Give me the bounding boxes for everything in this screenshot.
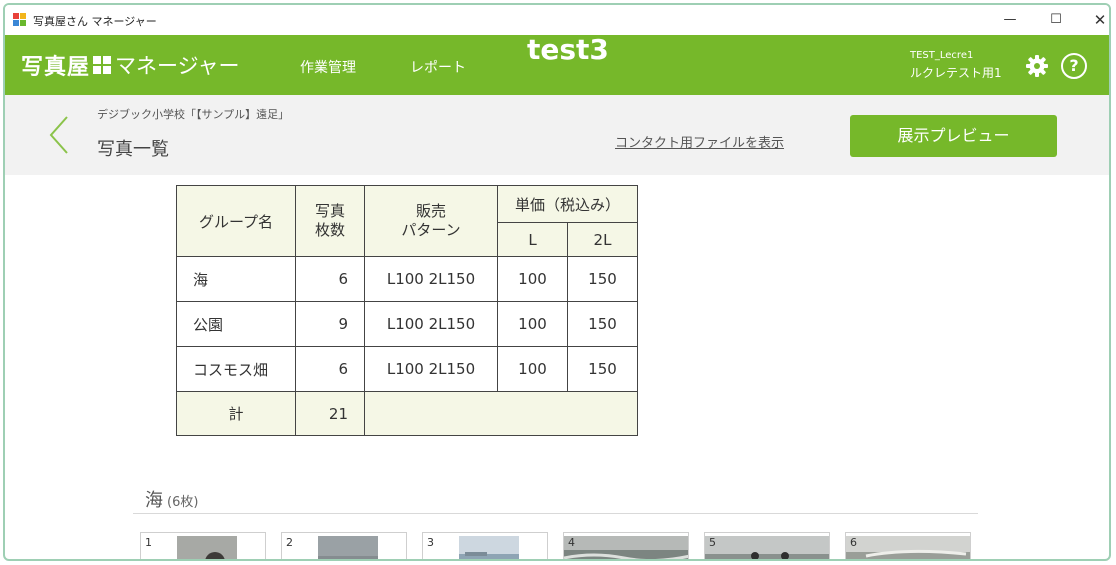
price-l-cell: 100	[497, 256, 568, 302]
header-center-label: test3	[527, 33, 609, 66]
table-row[interactable]: 海 6 L100 2L150 100 150	[176, 256, 638, 302]
page-title: 写真一覧	[97, 139, 169, 160]
section-title: 海 (6枚)	[145, 486, 198, 512]
group-name-cell: コスモス畑	[176, 346, 296, 392]
window-titlebar: 写真屋さん マネージャー — ☐ ✕	[5, 5, 1109, 35]
user-name: ルクレテスト用1	[910, 66, 1002, 80]
sales-pattern-cell: L100 2L150	[364, 301, 498, 347]
brand-kana: マネージャー	[115, 54, 240, 78]
photo-thumbnail[interactable]: 2	[281, 532, 407, 559]
price-2l-cell: 150	[567, 256, 638, 302]
header-unit-price: 単価（税込み）	[497, 185, 638, 223]
price-2l-cell: 150	[567, 346, 638, 392]
section-divider	[133, 513, 978, 514]
photo-image	[564, 536, 688, 559]
close-button[interactable]: ✕	[1085, 9, 1109, 31]
window-title: 写真屋さん マネージャー	[33, 15, 157, 28]
group-summary-table: グループ名 写真 枚数 販売 パターン 単価（税込み） L 2L 海 6 L10…	[176, 185, 638, 436]
thumbnail-number: 5	[709, 536, 716, 549]
section-group-name: 海	[145, 490, 163, 511]
photo-count-cell: 9	[295, 301, 365, 347]
sales-pattern-cell: L100 2L150	[364, 256, 498, 302]
photo-image	[846, 536, 970, 559]
help-icon[interactable]: ?	[1061, 53, 1087, 79]
breadcrumb[interactable]: デジブック小学校「【サンプル】遠足」	[97, 106, 289, 122]
user-id: TEST_Lecre1	[910, 50, 974, 61]
photo-count-cell: 6	[295, 346, 365, 392]
table-header-row: グループ名 写真 枚数 販売 パターン 単価（税込み）	[176, 185, 638, 257]
section-photo-count: (6枚)	[167, 495, 199, 510]
header-price-l: L	[497, 222, 568, 257]
nav-work-management[interactable]: 作業管理	[300, 57, 356, 77]
sales-pattern-cell: L100 2L150	[364, 346, 498, 392]
price-l-cell: 100	[497, 346, 568, 392]
app-icon	[13, 13, 27, 27]
nav-report[interactable]: レポート	[410, 57, 466, 77]
photo-image	[705, 536, 829, 559]
app-window: 写真屋さん マネージャー — ☐ ✕ 写真屋 マネージャー 作業管理 レポート …	[3, 3, 1111, 561]
brand-kanji: 写真屋	[21, 55, 91, 80]
total-count-cell: 21	[295, 391, 365, 436]
page-subheader: デジブック小学校「【サンプル】遠足」 写真一覧 コンタクト用ファイルを表示 展示…	[5, 95, 1109, 175]
table-total-row: 計 21	[176, 391, 638, 436]
brand-mark-icon	[93, 56, 112, 74]
thumbnail-number: 6	[850, 536, 857, 549]
contact-file-link[interactable]: コンタクト用ファイルを表示	[615, 132, 784, 151]
price-2l-cell: 150	[567, 301, 638, 347]
group-name-cell: 公園	[176, 301, 296, 347]
photo-image	[318, 536, 378, 559]
thumbnail-number: 1	[145, 536, 152, 549]
header-price-2l: 2L	[567, 222, 638, 257]
thumbnail-number: 2	[286, 536, 293, 549]
group-name-cell: 海	[176, 256, 296, 302]
user-info[interactable]: TEST_Lecre1 ルクレテスト用1	[910, 50, 1002, 81]
photo-image	[459, 536, 519, 559]
table-row[interactable]: コスモス畑 6 L100 2L150 100 150	[176, 346, 638, 392]
chevron-left-icon[interactable]	[45, 113, 73, 157]
app-header: 写真屋 マネージャー 作業管理 レポート test3 TEST_Lecre1 ル…	[5, 33, 1109, 95]
thumbnail-number: 3	[427, 536, 434, 549]
minimize-button[interactable]: —	[995, 9, 1025, 31]
price-l-cell: 100	[497, 301, 568, 347]
gear-icon[interactable]	[1025, 54, 1049, 78]
maximize-button[interactable]: ☐	[1041, 9, 1071, 31]
brand-logo[interactable]: 写真屋 マネージャー	[21, 49, 240, 81]
exhibition-preview-button[interactable]: 展示プレビュー	[850, 115, 1057, 157]
total-label-cell: 計	[176, 391, 296, 436]
header-sales-pattern: 販売 パターン	[364, 185, 498, 257]
thumbnail-number: 4	[568, 536, 575, 549]
header-group-name: グループ名	[176, 185, 296, 257]
total-empty-cell	[364, 391, 638, 436]
photo-thumbnail[interactable]: 3	[422, 532, 548, 559]
photo-thumbnail[interactable]: 4	[563, 532, 689, 559]
table-row[interactable]: 公園 9 L100 2L150 100 150	[176, 301, 638, 347]
photo-image	[177, 536, 237, 559]
photo-count-cell: 6	[295, 256, 365, 302]
header-photo-count: 写真 枚数	[295, 185, 365, 257]
photo-thumbnail[interactable]: 1	[140, 532, 266, 559]
photo-thumbnail[interactable]: 6	[845, 532, 971, 559]
photo-thumbnail[interactable]: 5	[704, 532, 830, 559]
